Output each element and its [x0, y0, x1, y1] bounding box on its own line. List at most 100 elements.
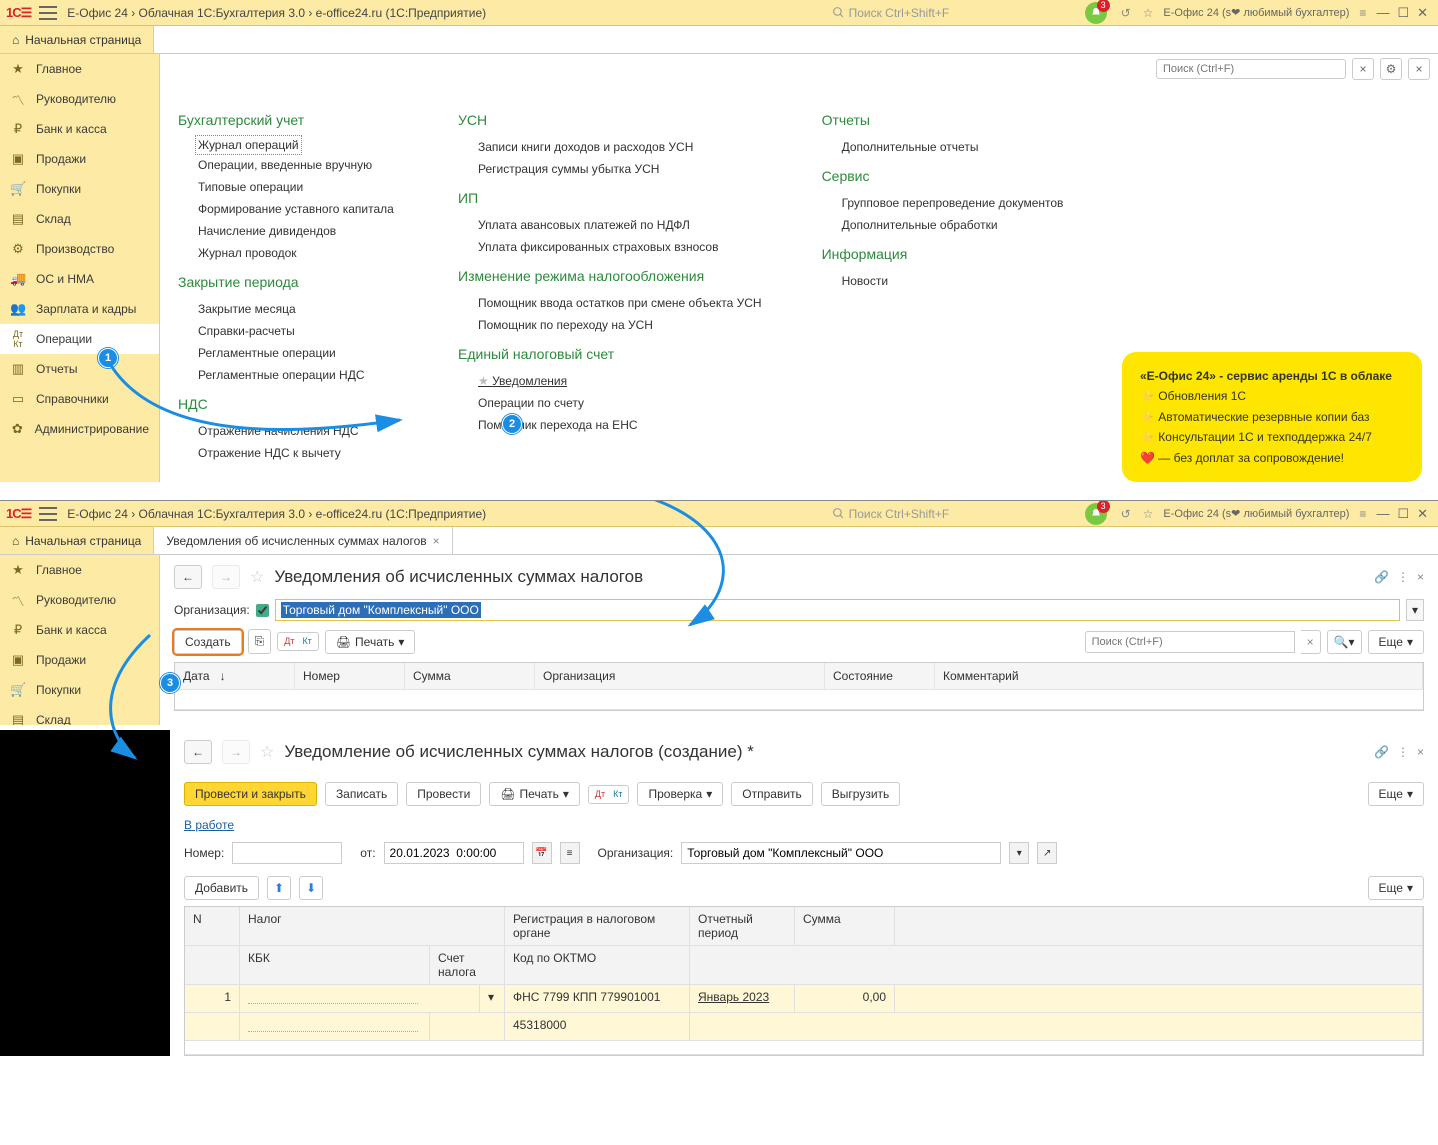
close-window-icon[interactable]: ✕ [1417, 5, 1428, 21]
more-button[interactable]: Еще ▾ [1368, 630, 1424, 654]
close-icon[interactable]: × [1417, 570, 1424, 584]
sidebar-item-payroll[interactable]: 👥Зарплата и кадры [0, 294, 159, 324]
maximize-icon[interactable]: ☐ [1397, 5, 1409, 21]
calendar-icon[interactable]: 📅 [532, 842, 552, 864]
sidebar-item-sales[interactable]: ▣Продажи [0, 144, 159, 174]
close-icon[interactable]: × [1417, 745, 1424, 759]
tab-home-2[interactable]: ⌂ Начальная страница [0, 527, 154, 554]
link-nds2[interactable]: Отражение НДС к вычету [178, 442, 398, 464]
gh-reg[interactable]: Регистрация в налоговом органе [505, 907, 690, 946]
settings-icon[interactable]: ⚙ [1380, 58, 1402, 80]
link-extra-reports[interactable]: Дополнительные отчеты [822, 136, 1064, 158]
gh-kbk[interactable]: КБК [240, 946, 430, 985]
global-search-2[interactable]: Поиск Ctrl+Shift+F [825, 504, 1075, 524]
print-button[interactable]: 🖨 Печать ▾ [325, 630, 416, 654]
close-panel-icon[interactable]: × [1408, 58, 1430, 80]
org-dd-2[interactable]: ▾ [1009, 842, 1029, 864]
star-icon[interactable]: ☆ [1143, 6, 1154, 20]
link-manual-ops[interactable]: Операции, введенные вручную [178, 154, 398, 176]
link-typical-ops[interactable]: Типовые операции [178, 176, 398, 198]
link-usn2[interactable]: Регистрация суммы убытка УСН [458, 158, 762, 180]
tab-notifications[interactable]: Уведомления об исчисленных суммах налого… [154, 527, 452, 554]
move-up-icon[interactable]: ⬆ [267, 876, 291, 900]
gd-period[interactable]: Январь 2023 [690, 985, 795, 1013]
close-window-icon[interactable]: ✕ [1417, 506, 1428, 522]
maximize-icon[interactable]: ☐ [1397, 506, 1409, 522]
link-regime2[interactable]: Помощник по переходу на УСН [458, 314, 762, 336]
link-usn1[interactable]: Записи книги доходов и расходов УСН [458, 136, 762, 158]
link-icon[interactable]: 🔗 [1374, 570, 1389, 584]
sidebar-item-production[interactable]: ⚙Производство [0, 234, 159, 264]
history-icon[interactable]: ↺ [1121, 507, 1131, 521]
save-button[interactable]: Записать [325, 782, 398, 806]
link-capital[interactable]: Формирование уставного капитала [178, 198, 398, 220]
burger-icon[interactable] [39, 6, 57, 20]
org-dropdown[interactable]: ▾ [1406, 599, 1424, 621]
org-open-icon[interactable]: ↗ [1037, 842, 1057, 864]
gd-n[interactable]: 1 [185, 985, 240, 1013]
gd-sum[interactable]: 0,00 [795, 985, 895, 1013]
sidebar-item-bank[interactable]: ₽Банк и касса [0, 615, 159, 645]
global-search[interactable]: Поиск Ctrl+Shift+F [825, 3, 1075, 23]
gh-period[interactable]: Отчетный период [690, 907, 795, 946]
minimize-icon[interactable]: — [1376, 506, 1389, 521]
dtct-button-2[interactable]: ДтКт [588, 785, 630, 804]
menu-icon[interactable]: ≡ [1359, 507, 1366, 521]
col-sum[interactable]: Сумма [405, 663, 535, 689]
col-num[interactable]: Номер [295, 663, 405, 689]
list-search-clear[interactable]: × [1301, 630, 1321, 654]
sidebar-item-reports[interactable]: ▥Отчеты [0, 354, 159, 384]
post-close-button[interactable]: Провести и закрыть [184, 782, 317, 806]
menu-icon[interactable]: ≡ [1359, 6, 1366, 20]
sidebar-item-purchases[interactable]: 🛒Покупки [0, 675, 159, 705]
link-calc-reports[interactable]: Справки-расчеты [178, 320, 398, 342]
fav-star-icon[interactable]: ☆ [250, 567, 264, 587]
nav-fwd-2[interactable]: → [222, 740, 250, 764]
link-dividends[interactable]: Начисление дивидендов [178, 220, 398, 242]
gd-oktmo[interactable]: 45318000 [505, 1013, 690, 1041]
sidebar-item-sales[interactable]: ▣Продажи [0, 645, 159, 675]
col-date[interactable]: Дата ↓ [175, 663, 295, 689]
export-button[interactable]: Выгрузить [821, 782, 901, 806]
dtct-button[interactable]: ДтКт [277, 632, 319, 651]
minimize-icon[interactable]: — [1376, 5, 1389, 20]
move-down-icon[interactable]: ⬇ [299, 876, 323, 900]
link-reg-ops-nds[interactable]: Регламентные операции НДС [178, 364, 398, 386]
link-nds1[interactable]: Отражение начисления НДС [178, 420, 398, 442]
fav-star-icon[interactable]: ☆ [260, 742, 274, 762]
sidebar-item-main[interactable]: ★Главное [0, 54, 159, 84]
org-checkbox[interactable] [256, 604, 269, 617]
tab-home[interactable]: ⌂ Начальная страница [0, 26, 154, 53]
add-button[interactable]: Добавить [184, 876, 259, 900]
sidebar-item-stock[interactable]: ▤Склад [0, 705, 159, 725]
link-regime1[interactable]: Помощник ввода остатков при смене объект… [458, 292, 762, 314]
link-group-repost[interactable]: Групповое перепроведение документов [822, 192, 1064, 214]
sidebar-item-refs[interactable]: ▭Справочники [0, 384, 159, 414]
date-input[interactable] [384, 842, 524, 864]
notifications-icon[interactable]: 3 [1085, 503, 1107, 525]
nav-back[interactable]: ← [174, 565, 202, 589]
col-state[interactable]: Состояние [825, 663, 935, 689]
gh-n[interactable]: N [185, 907, 240, 946]
sidebar-item-stock[interactable]: ▤Склад [0, 204, 159, 234]
link-ip2[interactable]: Уплата фиксированных страховых взносов [458, 236, 762, 258]
sidebar-item-purchases[interactable]: 🛒Покупки [0, 174, 159, 204]
more-button-3[interactable]: Еще ▾ [1368, 876, 1424, 900]
gd-acct[interactable] [430, 1013, 505, 1041]
list-icon[interactable]: ≡ [560, 842, 580, 864]
nav-back-2[interactable]: ← [184, 740, 212, 764]
search-dd[interactable]: 🔍▾ [1327, 630, 1362, 654]
gh-sum[interactable]: Сумма [795, 907, 895, 946]
gh-tax[interactable]: Налог [240, 907, 505, 946]
more-vert-icon[interactable]: ⋮ [1397, 570, 1409, 584]
link-month-close[interactable]: Закрытие месяца [178, 298, 398, 320]
link-extra-proc[interactable]: Дополнительные обработки [822, 214, 1064, 236]
history-icon[interactable]: ↺ [1121, 6, 1131, 20]
gd-tax-dd[interactable]: ▾ [480, 985, 505, 1013]
gh-acct[interactable]: Счет налога [430, 946, 505, 985]
gd-reg[interactable]: ФНС 7799 КПП 779901001 [505, 985, 690, 1013]
gh-oktmo[interactable]: Код по ОКТМО [505, 946, 690, 985]
org-input-2[interactable] [681, 842, 1001, 864]
sidebar-item-bank[interactable]: ₽Банк и касса [0, 114, 159, 144]
status-link[interactable]: В работе [170, 814, 248, 836]
